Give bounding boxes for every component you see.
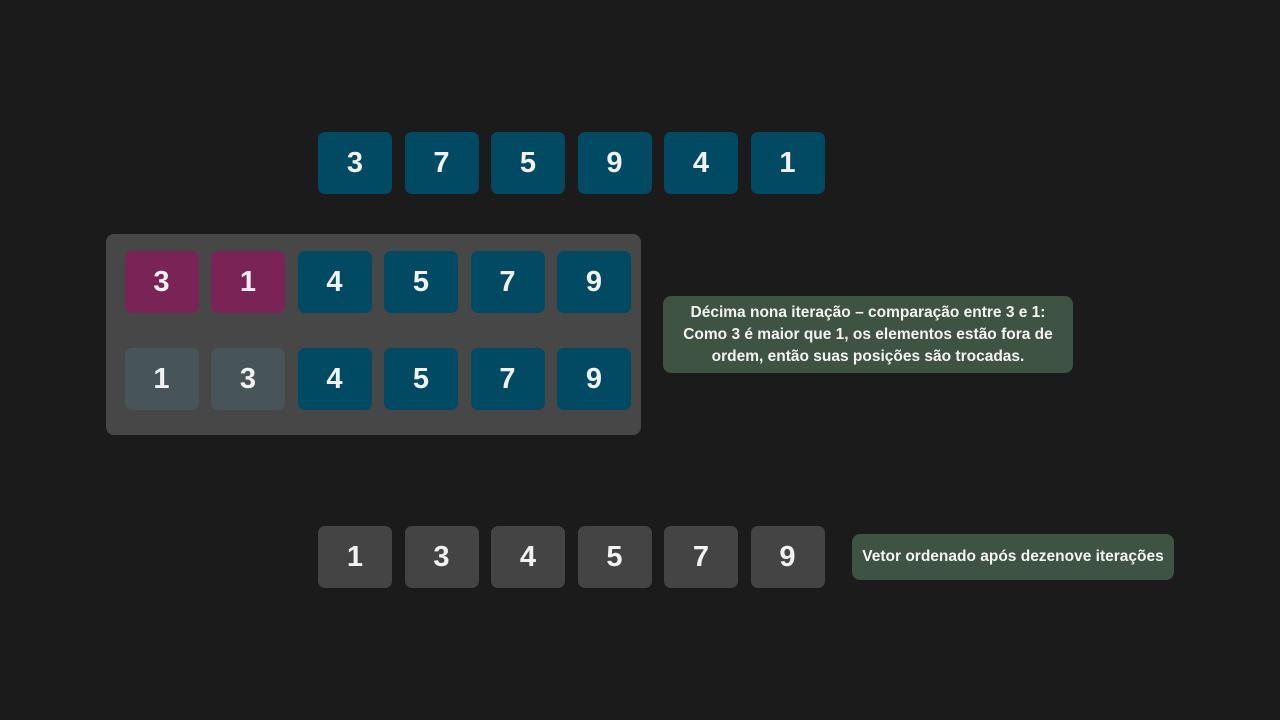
initial-cell: 7 [404,132,479,194]
initial-cell: 9 [577,132,652,194]
initial-cell: 5 [491,132,565,194]
sorted-cell: 1 [318,526,392,588]
pending-cell: 9 [557,348,631,410]
final-vector: 1 3 4 5 7 9 [318,526,825,588]
sorted-cell: 5 [577,526,652,588]
sorted-cell: 9 [750,526,825,588]
pending-cell: 7 [470,251,545,313]
swapped-cell: 1 [124,348,199,410]
initial-vector: 3 7 5 9 4 1 [318,132,825,194]
pending-cell: 5 [384,348,458,410]
pending-cell: 7 [470,348,545,410]
bubble-sort-diagram: 3 7 5 9 4 1 3 1 4 5 7 9 1 3 4 5 7 9 Déci… [0,0,1280,720]
initial-cell: 3 [318,132,392,194]
initial-cell: 1 [750,132,825,194]
compared-cell: 3 [124,251,199,313]
final-note: Vetor ordenado após dezenove iterações [852,534,1174,580]
sorted-cell: 4 [491,526,565,588]
sorted-cell: 3 [404,526,479,588]
compared-cell: 1 [211,251,285,313]
pending-cell: 4 [297,251,372,313]
swapped-cell: 3 [211,348,285,410]
comparison-row: 3 1 4 5 7 9 [124,251,631,313]
pending-cell: 5 [384,251,458,313]
initial-cell: 4 [664,132,738,194]
iteration-panel: 3 1 4 5 7 9 1 3 4 5 7 9 [106,234,641,435]
sorted-cell: 7 [664,526,738,588]
result-row: 1 3 4 5 7 9 [124,348,631,410]
explanation-note: Décima nona iteração – comparação entre … [663,296,1073,373]
pending-cell: 9 [557,251,631,313]
pending-cell: 4 [297,348,372,410]
